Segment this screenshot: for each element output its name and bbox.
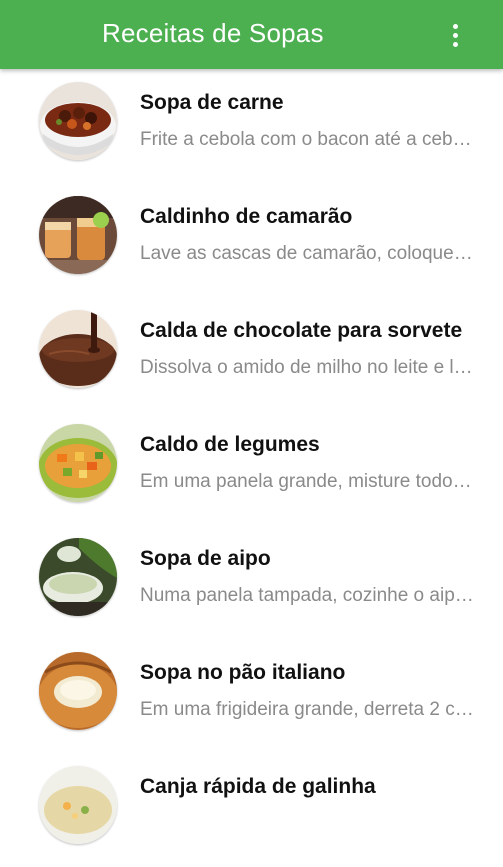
recipe-description: Em uma frigideira grande, derreta 2 colh… [140,699,474,720]
recipe-description: Frite a cebola com o bacon até a cebola … [140,129,474,150]
app-bar: Receitas de Sopas [0,0,503,69]
beef-soup-photo [39,82,117,160]
list-item[interactable]: Sopa de carne Frite a cebola com o bacon… [0,69,503,183]
recipe-title: Sopa de carne [140,91,284,114]
recipe-list: Sopa de carne Frite a cebola com o bacon… [0,69,503,867]
list-item[interactable]: Calda de chocolate para sorvete Dissolva… [0,297,503,411]
chocolate-sauce-photo [39,310,117,388]
recipe-description: Numa panela tampada, cozinhe o aipo com … [140,585,474,606]
vegetable-broth-photo [39,424,117,502]
list-item[interactable]: Sopa de aipo Numa panela tampada, cozinh… [0,525,503,639]
list-item[interactable]: Canja rápida de galinha [0,753,503,867]
list-item[interactable]: Caldo de legumes Em uma panela grande, m… [0,411,503,525]
celery-soup-photo [39,538,117,616]
recipe-title: Caldinho de camarão [140,205,353,228]
recipe-title: Calda de chocolate para sorvete [140,319,463,342]
recipe-title: Caldo de legumes [140,433,320,456]
recipe-description: Dissolva o amido de milho no leite e lev… [140,357,474,378]
recipe-description: Em uma panela grande, misture todos os i… [140,471,474,492]
recipe-title: Canja rápida de galinha [140,775,376,798]
list-item[interactable]: Caldinho de camarão Lave as cascas de ca… [0,183,503,297]
shrimp-broth-photo [39,196,117,274]
overflow-menu-icon[interactable] [445,20,465,50]
recipe-title: Sopa de aipo [140,547,271,570]
bread-bowl-soup-photo [39,652,117,730]
app-title: Receitas de Sopas [102,18,324,48]
recipe-title: Sopa no pão italiano [140,661,346,684]
recipe-description: Lave as cascas de camarão, coloque numa … [140,243,474,264]
list-item[interactable]: Sopa no pão italiano Em uma frigideira g… [0,639,503,753]
chicken-soup-photo [39,766,117,844]
